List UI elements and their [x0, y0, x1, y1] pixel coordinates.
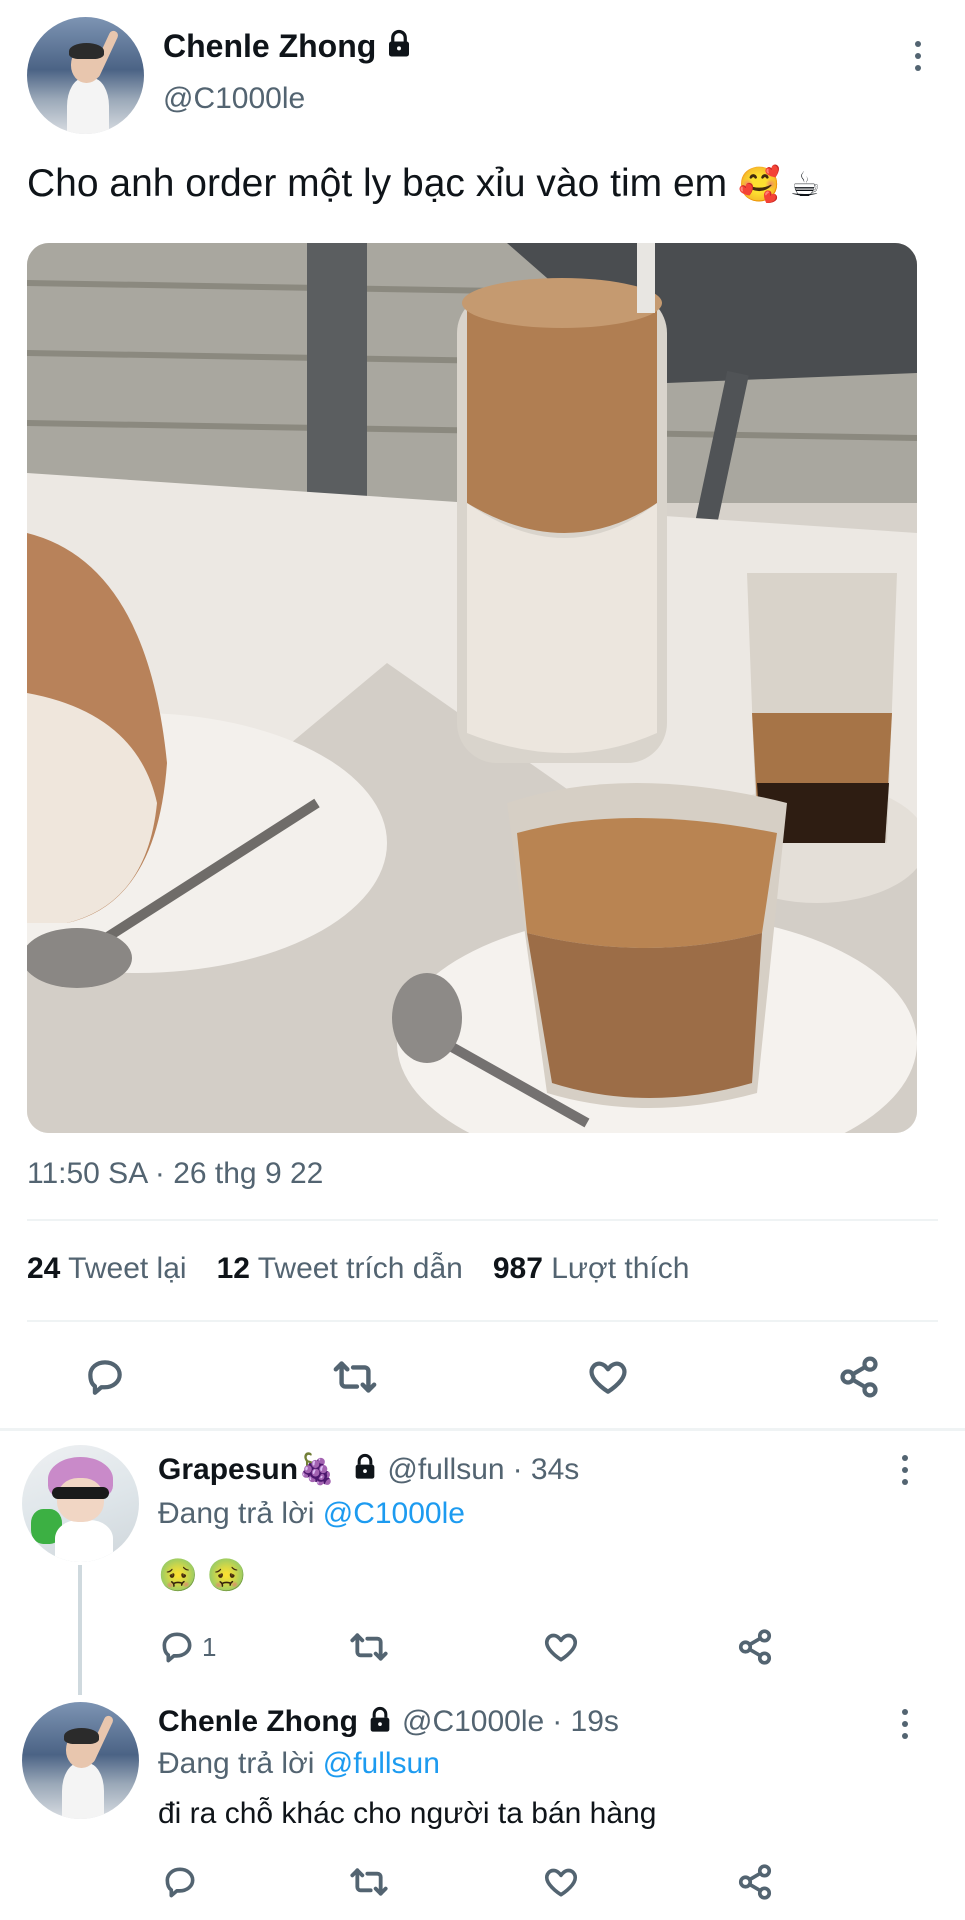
tweet-stats: 24 Tweet lại 12 Tweet trích dẫn 987 Lượt…	[27, 1252, 689, 1286]
like-icon	[544, 1633, 578, 1662]
more-options-icon[interactable]	[906, 36, 930, 76]
reply-author-name[interactable]: Chenle Zhong	[158, 1705, 358, 1739]
lock-icon	[351, 1453, 379, 1486]
reply-author-name[interactable]: Grapesun🍇	[158, 1452, 335, 1487]
like-icon	[544, 1868, 578, 1897]
share-button[interactable]	[733, 1860, 777, 1904]
reply-button[interactable]	[80, 1352, 130, 1402]
quotes-stat[interactable]: 12 Tweet trích dẫn	[217, 1252, 463, 1286]
more-options-icon[interactable]	[893, 1704, 917, 1744]
reply-icon	[88, 1360, 122, 1395]
share-icon	[738, 1864, 772, 1900]
replying-label: Đang trả lời	[158, 1497, 315, 1530]
retweet-icon	[333, 1361, 377, 1393]
coffee-photo-illustration	[27, 243, 917, 1133]
reply-avatar[interactable]	[22, 1445, 139, 1562]
tweet-photo[interactable]	[27, 243, 917, 1133]
reply-count: 1	[202, 1631, 217, 1662]
tweet-emoji: 🥰 ☕	[737, 166, 821, 204]
divider	[27, 1219, 938, 1221]
reply-avatar[interactable]	[22, 1702, 139, 1819]
share-icon	[840, 1356, 878, 1398]
reply-text: 🤢 🤢	[158, 1557, 247, 1593]
reply-button[interactable]	[158, 1860, 202, 1904]
like-button[interactable]	[539, 1625, 583, 1669]
tweet-text: Cho anh order một ly bạc xỉu vào tim em	[27, 162, 728, 205]
reply-text: đi ra chỗ khác cho người ta bán hàng	[158, 1797, 657, 1830]
author-avatar[interactable]	[27, 17, 144, 134]
author-name[interactable]: Chenle Zhong	[163, 28, 376, 65]
retweet-icon	[350, 1868, 388, 1896]
retweet-button[interactable]	[347, 1625, 391, 1669]
like-button[interactable]	[583, 1352, 633, 1402]
author-handle[interactable]: @C1000le	[163, 82, 305, 116]
retweet-button[interactable]	[330, 1352, 380, 1402]
retweet-button[interactable]	[347, 1860, 391, 1904]
reply-time[interactable]: · 19s	[552, 1705, 619, 1739]
share-button[interactable]	[834, 1352, 884, 1402]
reply-time[interactable]: · 34s	[513, 1453, 580, 1487]
like-button[interactable]	[539, 1860, 583, 1904]
tweet-timestamp[interactable]: 11:50 SA · 26 thg 9 22	[27, 1157, 323, 1191]
reply-button[interactable]: 1	[158, 1625, 216, 1669]
reply-handle[interactable]: @fullsun	[387, 1453, 504, 1487]
lock-icon	[366, 1706, 394, 1739]
like-icon	[589, 1361, 627, 1394]
reply-handle[interactable]: @C1000le	[402, 1705, 544, 1739]
likes-stat[interactable]: 987 Lượt thích	[493, 1252, 690, 1286]
replying-to-link[interactable]: @fullsun	[323, 1747, 440, 1780]
retweets-stat[interactable]: 24 Tweet lại	[27, 1252, 187, 1286]
share-icon	[738, 1629, 772, 1665]
replying-to-link[interactable]: @C1000le	[323, 1497, 465, 1530]
more-options-icon[interactable]	[893, 1450, 917, 1490]
share-button[interactable]	[733, 1625, 777, 1669]
section-divider	[0, 1428, 965, 1431]
reply-icon	[165, 1867, 195, 1898]
lock-icon	[384, 29, 414, 64]
reply-icon	[162, 1632, 192, 1663]
divider	[27, 1320, 938, 1322]
thread-line	[78, 1565, 82, 1695]
replying-label: Đang trả lời	[158, 1747, 315, 1780]
retweet-icon	[350, 1633, 388, 1661]
